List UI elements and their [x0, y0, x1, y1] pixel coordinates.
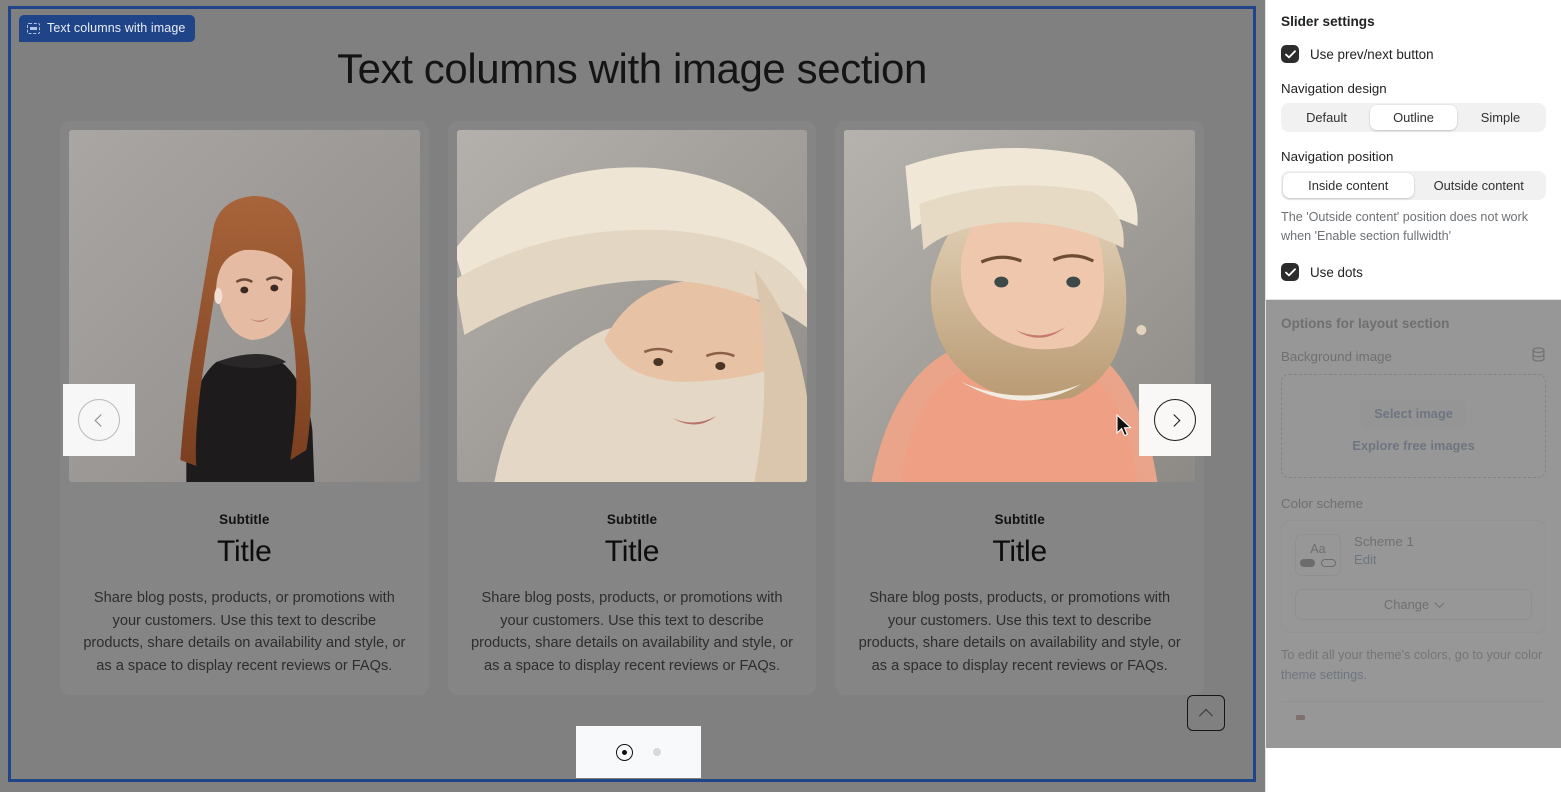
change-scheme-button[interactable]: Change [1295, 589, 1532, 620]
chevron-down-icon [1434, 598, 1445, 609]
slider-prev-button[interactable] [63, 384, 135, 456]
color-scheme-name: Scheme 1 [1354, 534, 1414, 549]
section-icon [27, 22, 40, 34]
explore-free-images-link[interactable]: Explore free images [1352, 438, 1475, 453]
card-title: Title [217, 535, 272, 568]
select-image-button[interactable]: Select image [1360, 399, 1467, 428]
database-icon[interactable] [1531, 347, 1546, 365]
card-body: Share blog posts, products, or promotion… [83, 590, 406, 674]
slider-settings-panel: Slider settings Use prev/next button Nav… [1266, 0, 1561, 299]
checkbox-use-prev-next[interactable] [1281, 45, 1299, 63]
checkbox-use-dots[interactable] [1281, 263, 1299, 281]
slider-dot[interactable] [653, 748, 661, 756]
change-scheme-label: Change [1383, 597, 1430, 612]
use-dots-label: Use dots [1310, 264, 1363, 280]
card-title: Title [604, 535, 660, 568]
color-scheme-label: Color scheme [1281, 496, 1364, 511]
card-subtitle: Subtitle [606, 512, 658, 527]
navigation-position-helper: The 'Outside content' position does not … [1281, 210, 1529, 243]
sidebar-bottom-item[interactable] [1281, 702, 1546, 732]
navigation-position-segmented[interactable]: Inside content Outside content [1281, 171, 1546, 200]
mouse-cursor [1116, 414, 1132, 437]
color-scheme-edit-link[interactable]: Edit [1354, 552, 1377, 567]
swatch-pills [1300, 558, 1336, 567]
segment-simple[interactable]: Simple [1457, 105, 1544, 130]
section-label-text: Text columns with image [47, 21, 186, 35]
panel-title-layout-options: Options for layout section [1281, 316, 1450, 331]
chevron-right-icon [1154, 399, 1196, 441]
swatch-pill-filled [1300, 558, 1315, 567]
card-body: Share blog posts, products, or promotion… [858, 590, 1181, 674]
layout-options-panel: Options for layout section Background im… [1266, 300, 1561, 748]
card-title: Title [992, 535, 1047, 568]
slider-dot-active[interactable] [616, 743, 633, 761]
navigation-design-label: Navigation design [1281, 81, 1387, 96]
navigation-position-label: Navigation position [1281, 149, 1394, 164]
slider-dots[interactable] [576, 726, 701, 778]
segment-default[interactable]: Default [1283, 105, 1370, 130]
segment-outline[interactable]: Outline [1370, 105, 1457, 130]
swatch-pill-outline [1321, 558, 1336, 567]
color-scheme-card[interactable]: Aa Scheme 1 Edit Change [1281, 520, 1546, 633]
preview-page: Text columns with image section Subtitle… [11, 9, 1253, 779]
bottom-indicator-icon [1296, 714, 1305, 720]
settings-sidebar[interactable]: Slider settings Use prev/next button Nav… [1265, 0, 1561, 792]
card-body: Share blog posts, products, or promotion… [470, 590, 794, 674]
card-subtitle: Subtitle [994, 512, 1045, 527]
section-label-badge[interactable]: Text columns with image [19, 15, 196, 42]
card-image [456, 130, 808, 482]
background-image-header: Background image [1281, 347, 1546, 365]
use-prev-next-row[interactable]: Use prev/next button [1281, 45, 1546, 63]
navigation-design-segmented[interactable]: Default Outline Simple [1281, 103, 1546, 132]
segment-outside-content[interactable]: Outside content [1414, 173, 1545, 198]
slider-next-button[interactable] [1139, 384, 1211, 456]
check-icon [1284, 49, 1296, 58]
page-title: Text columns with image section [337, 45, 927, 92]
use-dots-row[interactable]: Use dots [1281, 263, 1546, 281]
theme-note-prefix: To edit all your theme's colors, go to y… [1281, 648, 1543, 662]
theme-settings-note: To edit all your theme's colors, go to y… [1281, 646, 1546, 685]
use-prev-next-label: Use prev/next button [1310, 46, 1434, 62]
cards-row: Subtitle Title Share blog posts, product… [11, 121, 1253, 695]
chevron-left-icon [78, 399, 120, 441]
section-preview-frame[interactable]: Text columns with image Text columns wit… [8, 6, 1256, 782]
card-subtitle: Subtitle [219, 512, 270, 527]
background-image-label: Background image [1281, 348, 1392, 364]
card-item[interactable]: Subtitle Title Share blog posts, product… [447, 121, 817, 695]
segment-inside-content[interactable]: Inside content [1283, 173, 1414, 198]
chevron-up-icon [1198, 708, 1214, 723]
theme-settings-link[interactable]: theme settings [1281, 668, 1364, 682]
swatch-aa-text: Aa [1310, 542, 1326, 557]
scroll-to-top-button[interactable] [1187, 695, 1225, 731]
background-image-dropzone[interactable]: Select image Explore free images [1281, 374, 1546, 478]
check-icon [1284, 267, 1296, 276]
theme-note-suffix: . [1363, 667, 1368, 682]
color-scheme-swatch: Aa [1295, 534, 1341, 576]
panel-title-slider-settings: Slider settings [1281, 14, 1375, 29]
